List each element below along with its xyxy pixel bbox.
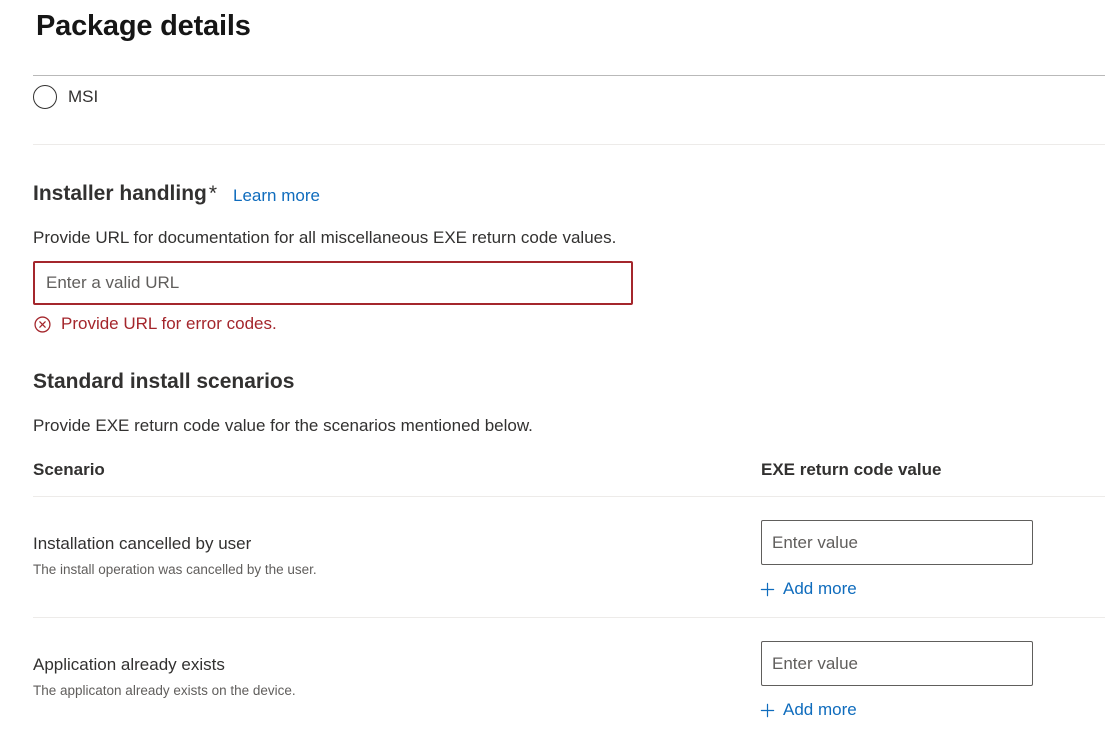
column-header-return-code: EXE return code value	[761, 460, 942, 479]
scenario-description: The applicaton already exists on the dev…	[33, 683, 296, 698]
installer-handling-heading: Installer handling*	[33, 181, 217, 207]
required-indicator: *	[208, 182, 218, 205]
section-divider	[33, 144, 1105, 145]
installer-handling-description: Provide URL for documentation for all mi…	[33, 228, 617, 247]
learn-more-link[interactable]: Learn more	[233, 186, 320, 206]
scenario-name: Installation cancelled by user	[33, 534, 252, 553]
radio-unselected-icon[interactable]	[33, 85, 57, 109]
standard-scenarios-heading: Standard install scenarios	[33, 370, 295, 393]
plus-icon	[760, 703, 775, 717]
radio-option-msi[interactable]: MSI	[33, 84, 98, 110]
return-code-input[interactable]	[761, 641, 1033, 686]
url-error-message: Provide URL for error codes.	[34, 314, 277, 334]
add-more-button[interactable]: Add more	[760, 579, 857, 599]
row-divider	[33, 617, 1105, 618]
package-details-page: Package details MSI Installer handling* …	[0, 0, 1105, 737]
add-more-button[interactable]: Add more	[760, 700, 857, 720]
error-circle-icon	[34, 315, 51, 333]
installer-handling-heading-text: Installer handling	[33, 182, 207, 205]
scenario-description: The install operation was cancelled by t…	[33, 562, 317, 577]
return-code-input[interactable]	[761, 520, 1033, 565]
scenario-name: Application already exists	[33, 655, 225, 674]
title-divider	[33, 75, 1105, 76]
documentation-url-input[interactable]	[33, 261, 633, 305]
table-header-divider	[33, 496, 1105, 497]
page-title: Package details	[36, 10, 251, 42]
standard-scenarios-description: Provide EXE return code value for the sc…	[33, 416, 533, 435]
column-header-scenario: Scenario	[33, 460, 105, 479]
radio-label-msi: MSI	[68, 87, 99, 106]
add-more-label: Add more	[783, 579, 857, 598]
plus-icon	[760, 582, 775, 596]
add-more-label: Add more	[783, 700, 857, 719]
url-error-text: Provide URL for error codes.	[61, 314, 277, 333]
